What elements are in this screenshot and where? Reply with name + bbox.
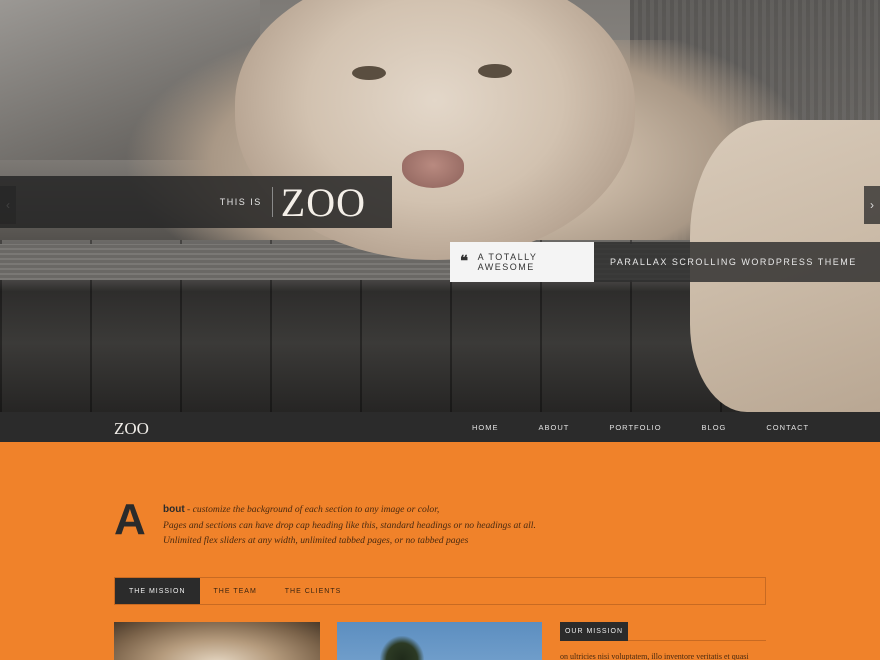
tagline-highlight: A TOTALLY AWESOME (477, 252, 538, 272)
tab-the-mission[interactable]: THE MISSION (115, 578, 200, 604)
slider-next-arrow-icon[interactable]: › (864, 186, 880, 224)
hero-title-prefix: THIS IS (219, 197, 262, 207)
hero-title: ZOO (280, 179, 366, 225)
palm-tree-image (380, 636, 424, 660)
about-text: bout - customize the background of each … (163, 502, 536, 549)
nav-item-about[interactable]: ABOUT (539, 423, 570, 432)
nav-item-contact[interactable]: CONTACT (766, 423, 809, 432)
mission-divider (628, 640, 766, 641)
tagline-highlight-box: ❝ A TOTALLY AWESOME (450, 242, 594, 282)
about-line-2: Pages and sections can have drop cap hea… (163, 519, 536, 531)
tab-the-team[interactable]: THE TEAM (200, 578, 271, 604)
site-logo[interactable]: ZOO (114, 419, 149, 439)
hero-title-divider (271, 187, 273, 217)
quote-icon: ❝ (460, 253, 470, 270)
our-mission-heading: OUR MISSION (560, 622, 628, 641)
main-navigation: ZOO HOME ABOUT PORTFOLIO BLOG CONTACT (0, 412, 880, 442)
hero-slider: ‹ › THIS IS ZOO ❝ A TOTALLY AWESOME PARA… (0, 0, 880, 412)
lion-nose (402, 150, 464, 188)
about-line-1: bout - customize the background of each … (163, 502, 536, 518)
nav-item-blog[interactable]: BLOG (702, 423, 727, 432)
about-line-1-text: - customize the background of each secti… (184, 504, 440, 515)
nav-item-portfolio[interactable]: PORTFOLIO (609, 423, 661, 432)
about-line-3: Unlimited flex sliders at any width, unl… (163, 535, 469, 546)
nav-menu: HOME ABOUT PORTFOLIO BLOG CONTACT (472, 412, 849, 442)
team-photo-image (114, 622, 320, 660)
hero-title-bar: THIS IS ZOO (0, 176, 392, 228)
nav-item-home[interactable]: HOME (472, 423, 499, 432)
tagline-rest: PARALLAX SCROLLING WORDPRESS THEME (594, 242, 880, 282)
tab-bar: THE MISSION THE TEAM THE CLIENTS (114, 577, 766, 605)
lion-right-eye (478, 64, 512, 78)
lion-left-eye (352, 66, 386, 80)
sky-photo-image (337, 622, 542, 660)
hero-tagline: ❝ A TOTALLY AWESOME PARALLAX SCROLLING W… (450, 242, 880, 282)
about-lead-word: bout (163, 504, 185, 515)
dropcap-letter: A (114, 495, 146, 544)
mission-text: on ultricies nisi voluptatem, illo inven… (560, 652, 749, 660)
tab-the-clients[interactable]: THE CLIENTS (271, 578, 356, 604)
